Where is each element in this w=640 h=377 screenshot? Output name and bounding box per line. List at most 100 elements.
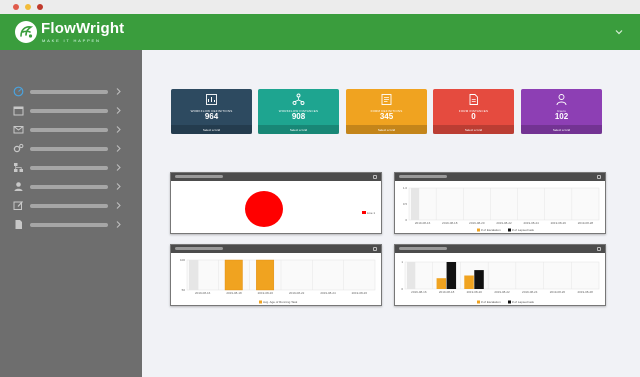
sidebar-item-settings[interactable] <box>0 140 142 158</box>
legend-label: Avg. Age of Running Task <box>263 300 298 304</box>
stat-card-form-definitions[interactable]: FORM DEFINITIONS 345 Select a Grid <box>346 89 427 134</box>
x-tick-label: 2019-08-26 <box>352 291 368 295</box>
chevron-right-icon <box>116 183 121 190</box>
card-footer[interactable]: Select a Grid <box>521 125 602 134</box>
legend-swatch <box>477 300 480 304</box>
panel-header <box>171 173 381 181</box>
panel-expand-icon[interactable] <box>597 247 601 251</box>
sidebar-item-users[interactable] <box>0 178 142 196</box>
x-tick-label: 2019-08-16 <box>415 221 431 225</box>
form-icon <box>381 94 392 105</box>
y-tick-label: 0.5 <box>403 202 408 206</box>
card-value: 908 <box>291 112 306 121</box>
bar <box>224 259 243 291</box>
chevron-right-icon <box>116 221 121 228</box>
legend-label: Live 1 <box>367 211 375 215</box>
window-titlebar <box>0 0 640 14</box>
sidebar-item-label <box>30 147 108 151</box>
bar <box>256 259 275 291</box>
sidebar-item-label <box>30 204 108 208</box>
panel-header <box>395 173 605 181</box>
task-age-chart-panel: 100 50 2019-08-16 2019-08-18 2019-08-20 2019-… <box>170 244 382 306</box>
card-footer-link[interactable]: Select a Grid <box>171 128 252 132</box>
card-footer[interactable]: Select a Grid <box>258 125 339 134</box>
brand-name[interactable]: FlowWright <box>41 20 124 37</box>
card-footer-link[interactable]: Select a Grid <box>521 128 602 132</box>
sidebar-item-documents[interactable] <box>0 216 142 234</box>
sidebar-item-label <box>30 128 108 132</box>
chevron-right-icon <box>116 202 121 209</box>
dashboard-icon <box>13 86 24 97</box>
pie-slice[interactable] <box>245 191 283 227</box>
legend-label: # of Lapsed task <box>512 228 535 232</box>
close-dot[interactable] <box>13 4 19 10</box>
card-footer-link[interactable]: Select a Grid <box>433 128 514 132</box>
x-tick-label: 2019-08-20 <box>258 291 274 295</box>
maximize-dot[interactable] <box>37 4 43 10</box>
chevron-right-icon <box>116 88 121 95</box>
panel-header <box>395 245 605 253</box>
cogs-icon <box>13 143 24 153</box>
workflow-icon <box>206 94 217 105</box>
chevron-right-icon <box>116 107 121 114</box>
panel-header <box>171 245 381 253</box>
panel-expand-icon[interactable] <box>373 247 377 251</box>
card-footer-link[interactable]: Select a Grid <box>258 128 339 132</box>
card-value: 964 <box>204 112 219 121</box>
bar <box>464 275 474 289</box>
sidebar-item-label <box>30 185 108 189</box>
stat-card-workflow-instances[interactable]: WORKFLOW INSTANCES 908 Select a Grid <box>258 89 339 134</box>
sidebar <box>0 50 142 377</box>
panel-expand-icon[interactable] <box>373 175 377 179</box>
stat-card-workflow-definitions[interactable]: WORKFLOW DEFINITIONS 964 Select a Grid <box>171 89 252 134</box>
x-tick-label: 2019-08-20 <box>467 290 483 294</box>
envelope-icon <box>13 126 24 134</box>
x-tick-label: 2019-08-16 <box>195 291 211 295</box>
x-tick-label: 2019-08-24 <box>522 290 538 294</box>
sidebar-item-hierarchy[interactable] <box>0 159 142 177</box>
stat-card-users[interactable]: Users 102 Select a Grid <box>521 89 602 134</box>
plot-shade <box>189 260 199 290</box>
bar <box>474 270 484 289</box>
user-icon <box>556 94 567 106</box>
y-tick-label: 0 <box>401 287 403 291</box>
logo-icon[interactable] <box>15 21 37 43</box>
chevron-right-icon <box>116 164 121 171</box>
panel-expand-icon[interactable] <box>597 175 601 179</box>
card-footer[interactable]: Select a Grid <box>346 125 427 134</box>
sidebar-item-edit[interactable] <box>0 197 142 215</box>
x-tick-label: 2019-08-22 <box>289 291 305 295</box>
stat-card-form-instances[interactable]: FORM INSTANCES 0 Select a Grid <box>433 89 514 134</box>
plot-shade <box>407 262 416 289</box>
document-icon <box>15 220 22 229</box>
legend-label: # of Escalation <box>481 300 501 304</box>
x-tick-label: 2019-08-28 <box>578 221 594 225</box>
panel-title <box>175 175 223 178</box>
sidebar-item-calendar[interactable] <box>0 102 142 120</box>
pie-chart-panel: Live 1 <box>170 172 382 234</box>
pie-chart: Live 1 <box>245 191 375 227</box>
sidebar-item-dashboard[interactable] <box>0 83 142 101</box>
card-footer[interactable]: Select a Grid <box>171 125 252 134</box>
x-tick-label: 2019-08-18 <box>439 290 455 294</box>
sidebar-item-messages[interactable] <box>0 121 142 139</box>
minimize-dot[interactable] <box>25 4 31 10</box>
y-tick-label: 50 <box>182 288 186 292</box>
x-tick-label: 2019-08-26 <box>550 290 566 294</box>
x-tick-label: 2019-08-18 <box>442 221 458 225</box>
card-value: 0 <box>471 112 476 121</box>
card-footer-link[interactable]: Select a Grid <box>346 128 427 132</box>
y-tick-label: 0 <box>405 218 407 222</box>
legend-swatch <box>477 228 480 232</box>
legend-label: # of Escalation <box>481 228 501 232</box>
chevron-down-icon[interactable] <box>614 27 624 37</box>
sidebar-item-label <box>30 166 108 170</box>
y-tick-label: 1 <box>401 260 403 264</box>
legend-swatch <box>362 211 366 214</box>
document-icon <box>469 94 478 105</box>
card-value: 102 <box>554 112 569 121</box>
panel-title <box>399 247 447 250</box>
x-tick-label: 2019-08-22 <box>496 221 512 225</box>
card-footer[interactable]: Select a Grid <box>433 125 514 134</box>
chevron-right-icon <box>116 126 121 133</box>
